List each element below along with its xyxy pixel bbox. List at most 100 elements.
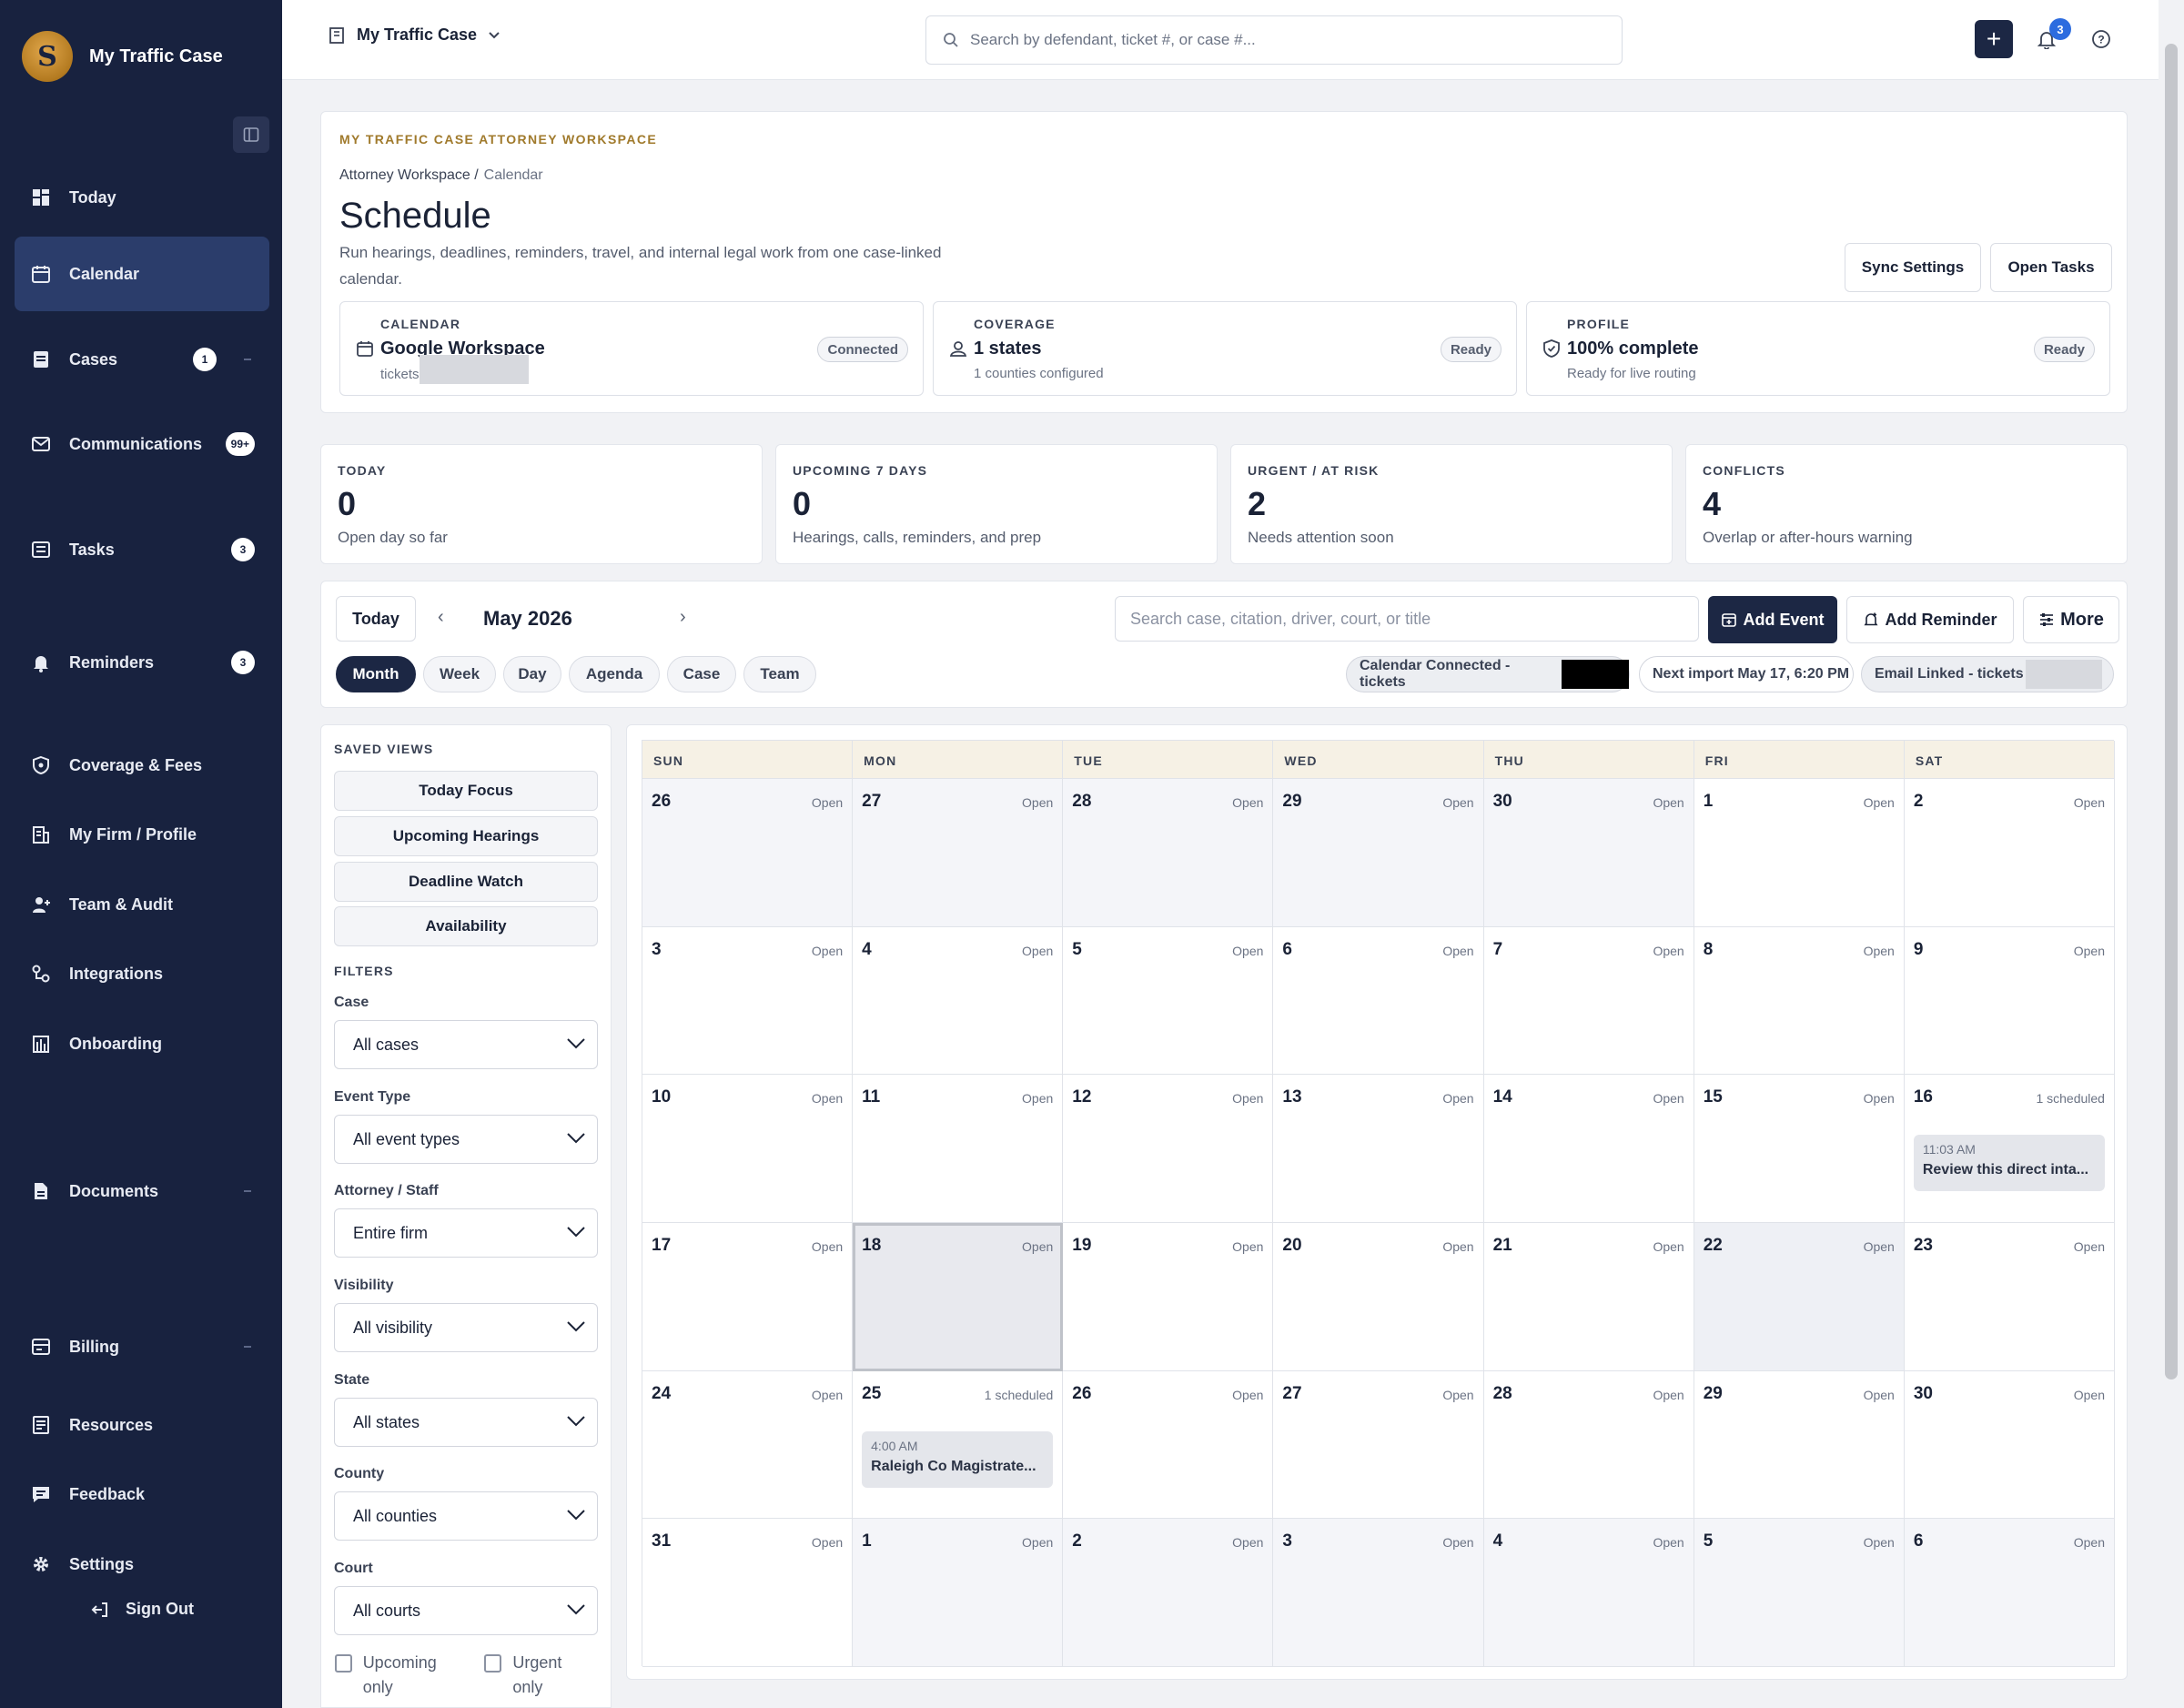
saved-view-availability[interactable]: Availability	[334, 906, 598, 946]
stat-conflicts[interactable]: CONFLICTS 4 Overlap or after-hours warni…	[1685, 444, 2128, 564]
calendar-day-cell[interactable]: 29 Open	[1694, 1370, 1905, 1520]
visibility-filter-select[interactable]: All visibility	[334, 1303, 598, 1352]
view-tab-team[interactable]: Team	[743, 656, 816, 692]
global-search-input[interactable]: Search by defendant, ticket #, or case #…	[925, 15, 1623, 65]
more-button[interactable]: More	[2023, 596, 2119, 643]
sidebar-item-tasks[interactable]: Tasks 3	[15, 517, 269, 582]
sidebar-collapse-button[interactable]	[233, 116, 269, 153]
email-linked-pill[interactable]: Email Linked - tickets	[1861, 656, 2114, 692]
scrollbar-thumb[interactable]	[2165, 44, 2178, 1380]
sidebar-item-feedback[interactable]: Feedback	[15, 1461, 269, 1527]
calendar-day-cell[interactable]: 4 Open	[1483, 1519, 1694, 1667]
breadcrumb-attorney-workspace[interactable]: Attorney Workspace /	[339, 167, 479, 184]
next-month-button[interactable]: ›	[680, 607, 686, 628]
view-tab-month[interactable]: Month	[336, 656, 416, 692]
calendar-day-cell[interactable]: 21 Open	[1483, 1223, 1694, 1371]
calendar-day-cell[interactable]: 14 Open	[1483, 1075, 1694, 1223]
calendar-day-cell[interactable]: 30 Open	[1904, 1370, 2115, 1520]
calendar-day-cell[interactable]: 2 Open	[1904, 779, 2115, 927]
calendar-event[interactable]: 11:03 AM Review this direct inta...	[1913, 1135, 2105, 1192]
sign-out-button[interactable]: Sign Out	[91, 1600, 194, 1619]
calendar-day-cell[interactable]: 27 Open	[1273, 1370, 1484, 1520]
calendar-day-cell[interactable]: 9 Open	[1904, 926, 2115, 1076]
expand-chevron-icon[interactable]	[244, 359, 251, 360]
calendar-day-cell[interactable]: 4 Open	[853, 926, 1064, 1076]
create-new-button[interactable]: +	[1975, 20, 2013, 58]
checkbox-box[interactable]	[335, 1654, 352, 1673]
calendar-day-cell[interactable]: 15 Open	[1694, 1075, 1905, 1223]
add-reminder-button[interactable]: Add Reminder	[1846, 596, 2014, 643]
calendar-day-cell[interactable]: 12 Open	[1063, 1075, 1274, 1223]
stat-upcoming[interactable]: UPCOMING 7 DAYS 0 Hearings, calls, remin…	[775, 444, 1218, 564]
calendar-day-cell[interactable]: 13 Open	[1273, 1075, 1484, 1223]
sidebar-item-documents[interactable]: Documents	[15, 1158, 269, 1224]
add-event-button[interactable]: Add Event	[1708, 596, 1837, 643]
calendar-day-cell[interactable]: 11 Open	[853, 1075, 1064, 1223]
today-button[interactable]: Today	[336, 596, 416, 642]
sidebar-item-settings[interactable]: Settings	[15, 1531, 269, 1597]
page-scrollbar[interactable]	[2159, 0, 2184, 1708]
calendar-connected-pill[interactable]: Calendar Connected - tickets	[1346, 656, 1630, 692]
sidebar-item-onboarding[interactable]: Onboarding	[15, 1011, 269, 1076]
sidebar-item-reminders[interactable]: Reminders 3	[15, 630, 269, 695]
saved-view-upcoming-hearings[interactable]: Upcoming Hearings	[334, 816, 598, 856]
sidebar-item-communications[interactable]: Communications 99+	[15, 411, 269, 477]
calendar-day-cell[interactable]: 10 Open	[642, 1075, 854, 1223]
stat-today[interactable]: TODAY 0 Open day so far	[320, 444, 763, 564]
calendar-day-cell[interactable]: 2 Open	[1063, 1519, 1274, 1667]
calendar-event[interactable]: 4:00 AM Raleigh Co Magistrate...	[862, 1430, 1054, 1488]
sync-settings-button[interactable]: Sync Settings	[1845, 243, 1981, 292]
sidebar-item-calendar[interactable]: Calendar	[15, 237, 269, 311]
calendar-day-cell[interactable]: 24 Open	[642, 1370, 854, 1520]
sidebar-item-resources[interactable]: Resources	[15, 1392, 269, 1458]
view-tab-case[interactable]: Case	[667, 656, 736, 692]
calendar-day-cell[interactable]: 1 Open	[853, 1519, 1064, 1667]
calendar-day-cell[interactable]: 23 Open	[1904, 1223, 2115, 1371]
calendar-day-cell[interactable]: 7 Open	[1483, 926, 1694, 1076]
calendar-day-cell[interactable]: 26 Open	[642, 779, 854, 927]
saved-view-today-focus[interactable]: Today Focus	[334, 771, 598, 811]
expand-chevron-icon[interactable]	[244, 1346, 251, 1348]
calendar-day-cell[interactable]: 18 Open	[853, 1223, 1064, 1371]
calendar-day-cell[interactable]: 6 Open	[1273, 926, 1484, 1076]
county-filter-select[interactable]: All counties	[334, 1491, 598, 1541]
calendar-day-cell[interactable]: 6 Open	[1904, 1519, 2115, 1667]
calendar-search-input[interactable]: Search case, citation, driver, court, or…	[1115, 596, 1699, 642]
calendar-day-cell[interactable]: 3 Open	[642, 926, 854, 1076]
case-filter-select[interactable]: All cases	[334, 1020, 598, 1069]
sidebar-item-firm-profile[interactable]: My Firm / Profile	[15, 802, 269, 867]
view-tab-agenda[interactable]: Agenda	[569, 656, 660, 692]
calendar-day-cell[interactable]: 1 Open	[1694, 779, 1905, 927]
calendar-day-cell[interactable]: 30 Open	[1483, 779, 1694, 927]
view-tab-week[interactable]: Week	[423, 656, 496, 692]
help-button[interactable]: ?	[2086, 24, 2117, 55]
sidebar-item-today[interactable]: Today	[15, 165, 269, 230]
calendar-day-cell[interactable]: 20 Open	[1273, 1223, 1484, 1371]
calendar-day-cell[interactable]: 26 Open	[1063, 1370, 1274, 1520]
calendar-day-cell[interactable]: 28 Open	[1483, 1370, 1694, 1520]
state-filter-select[interactable]: All states	[334, 1398, 598, 1447]
calendar-day-cell[interactable]: 28 Open	[1063, 779, 1274, 927]
calendar-day-cell[interactable]: 22 Open	[1694, 1223, 1905, 1371]
sidebar-item-cases[interactable]: Cases 1	[15, 327, 269, 392]
sidebar-item-coverage-fees[interactable]: Coverage & Fees	[15, 733, 269, 798]
calendar-day-cell[interactable]: 8 Open	[1694, 926, 1905, 1076]
expand-chevron-icon[interactable]	[244, 1190, 251, 1192]
calendar-day-cell[interactable]: 16 1 scheduled 11:03 AM Review this direct …	[1904, 1075, 2115, 1223]
calendar-day-cell[interactable]: 27 Open	[853, 779, 1064, 927]
saved-view-deadline-watch[interactable]: Deadline Watch	[334, 862, 598, 902]
calendar-day-cell[interactable]: 31 Open	[642, 1519, 854, 1667]
open-tasks-button[interactable]: Open Tasks	[1990, 243, 2112, 292]
calendar-day-cell[interactable]: 5 Open	[1063, 926, 1274, 1076]
calendar-day-cell[interactable]: 25 1 scheduled 4:00 AM Raleigh Co Magistrat…	[853, 1370, 1064, 1520]
sidebar-item-team-audit[interactable]: Team & Audit	[15, 872, 269, 937]
upcoming-only-checkbox[interactable]: Upcoming only	[335, 1651, 462, 1700]
previous-month-button[interactable]: ‹	[438, 607, 444, 628]
calendar-day-cell[interactable]: 17 Open	[642, 1223, 854, 1371]
calendar-day-cell[interactable]: 19 Open	[1063, 1223, 1274, 1371]
court-filter-select[interactable]: All courts	[334, 1586, 598, 1635]
brand[interactable]: S My Traffic Case	[22, 29, 223, 84]
workspace-switcher[interactable]: My Traffic Case	[328, 25, 500, 45]
calendar-day-cell[interactable]: 29 Open	[1273, 779, 1484, 927]
stat-urgent[interactable]: URGENT / AT RISK 2 Needs attention soon	[1230, 444, 1673, 564]
